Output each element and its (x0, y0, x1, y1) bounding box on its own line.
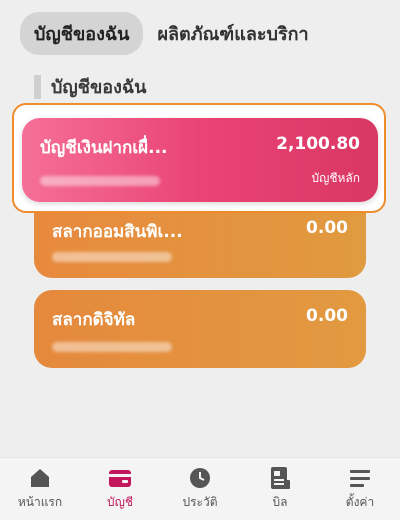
account-name: สลากออมสินพิเ... (52, 222, 183, 242)
nav-label: หน้าแรก (17, 495, 63, 509)
section-marker (34, 74, 41, 99)
bottom-navigation: หน้าแรก บัญชี ประวัติ บิล ตั้งค่า (0, 457, 400, 520)
account-name: สลากดิจิทัล (52, 310, 136, 330)
nav-accounts[interactable]: บัญชี (80, 458, 160, 520)
tab-my-accounts[interactable]: บัญชีของฉัน (20, 11, 144, 55)
nav-settings[interactable]: ตั้งค่า (320, 458, 400, 520)
menu-icon (349, 466, 371, 490)
home-icon (29, 466, 51, 490)
account-number-masked (52, 252, 172, 262)
nav-history[interactable]: ประวัติ (160, 458, 240, 520)
account-balance: 0.00 (306, 306, 348, 326)
section-header: บัญชีของฉัน (34, 72, 146, 101)
account-number-masked (52, 342, 172, 352)
section-title: บัญชีของฉัน (51, 77, 147, 98)
nav-label: ตั้งค่า (345, 495, 375, 509)
account-card-savings[interactable]: บัญชีเงินฝากเผื่... 2,100.80 บัญชีหลัก (22, 118, 378, 202)
account-balance: 2,100.80 (276, 134, 360, 154)
clock-icon (189, 466, 211, 490)
account-tabs: บัญชีของฉัน ผลิตภัณฑ์และบริกา (20, 11, 400, 55)
nav-bills[interactable]: บิล (240, 458, 320, 520)
nav-label: บิล (272, 495, 288, 509)
tab-products-services[interactable]: ผลิตภัณฑ์และบริกา (157, 19, 308, 48)
account-card-digital-lottery[interactable]: สลากดิจิทัล 0.00 (34, 290, 366, 368)
account-name: บัญชีเงินฝากเผื่... (40, 138, 168, 158)
nav-home[interactable]: หน้าแรก (0, 458, 80, 520)
account-balance: 0.00 (306, 218, 348, 238)
account-number-masked (40, 176, 160, 186)
nav-label: ประวัติ (182, 495, 218, 509)
main-account-label: บัญชีหลัก (311, 171, 360, 185)
bill-icon (269, 466, 291, 490)
nav-label: บัญชี (107, 495, 133, 509)
wallet-icon (108, 466, 132, 490)
